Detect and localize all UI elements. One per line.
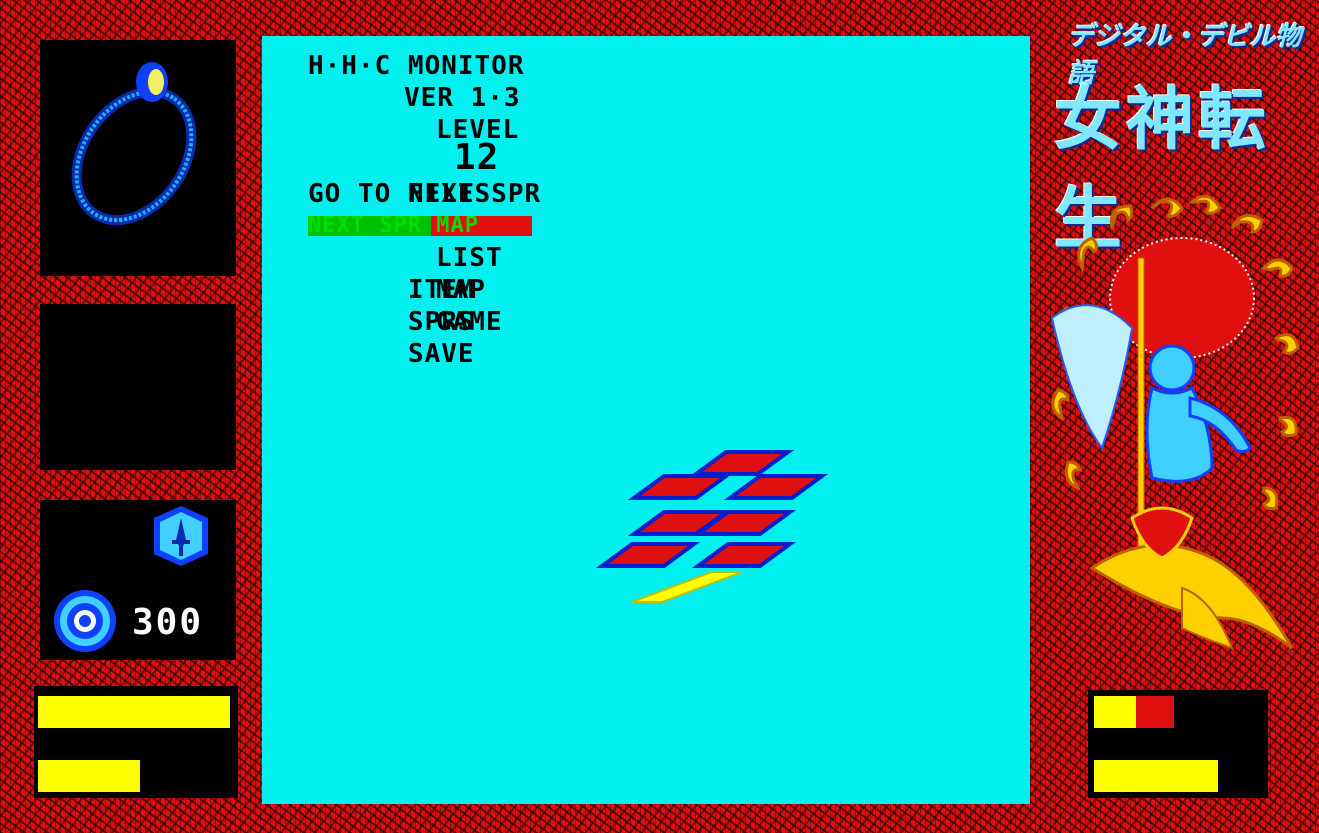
menu-map[interactable]: MAP <box>436 274 486 306</box>
selected-option[interactable]: NEXT SPR MAP <box>308 216 532 236</box>
floor-map <box>595 450 829 603</box>
game-viewport: H·H·C MONITOR VER 1·3 LEVEL FILES 12 GO … <box>262 36 1030 804</box>
ring-icon <box>71 62 197 226</box>
menu-row-3: SAVE GAME <box>308 306 541 369</box>
menu-row-2: SPRS MAP <box>308 274 541 337</box>
enemy-bar-red <box>1136 696 1174 728</box>
item-slot-panel <box>40 304 236 470</box>
monitor-menu: H·H·C MONITOR VER 1·3 LEVEL FILES 12 GO … <box>308 50 542 369</box>
money-value: 300 <box>132 602 204 643</box>
goddess-artwork <box>1050 194 1300 650</box>
version-text: VER 1·3 <box>404 83 521 113</box>
mp-bar <box>38 760 140 792</box>
monitor-title: H·H·C MONITOR <box>308 51 525 81</box>
menu-game[interactable]: GAME <box>436 306 503 338</box>
level-value: 12 <box>454 137 500 178</box>
goto-text: GO TO NEXT SPR <box>308 179 542 209</box>
menu-list[interactable]: LIST <box>436 242 503 274</box>
enemy-bar-yellow <box>1094 696 1136 728</box>
dagger-emblem-icon <box>154 506 208 566</box>
files-row: FILES 12 <box>308 140 541 210</box>
level-label: LEVEL <box>436 115 520 145</box>
hp-bar <box>38 696 230 728</box>
menu-row-1: ITEM LIST <box>308 242 541 305</box>
coin-icon <box>54 590 116 652</box>
partner-bar <box>1094 760 1218 792</box>
menu-save[interactable]: SAVE <box>408 339 475 369</box>
